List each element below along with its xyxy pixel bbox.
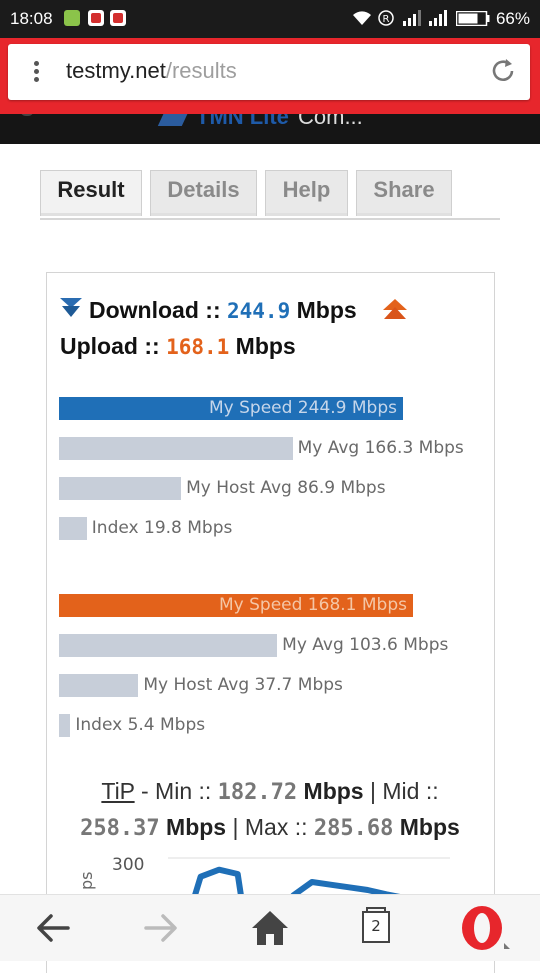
download-bar-host-avg (59, 477, 182, 500)
opera-notification-icon (110, 10, 126, 26)
upload-summary: Upload :: 168.1 Mbps (60, 333, 296, 360)
roaming-icon: R (378, 10, 394, 26)
browser-toolbar: testmy.net/results (0, 38, 540, 114)
url-text[interactable]: testmy.net/results (66, 58, 237, 84)
tab-details[interactable]: Details (150, 170, 257, 216)
tip-summary-line1: TiP - Min :: 182.72 Mbps | Mid :: (0, 778, 540, 805)
tab-share[interactable]: Share (356, 170, 452, 216)
home-icon[interactable] (240, 903, 300, 953)
upload-bar-label: My Avg 103.6 Mbps (282, 635, 449, 655)
menu-dots-icon[interactable] (34, 58, 39, 85)
signal-icon (403, 10, 421, 26)
download-bar-label: My Host Avg 86.9 Mbps (186, 478, 386, 498)
tip-unit: Mbps (303, 778, 364, 804)
result-tabs: Result Details Help Share (40, 170, 500, 220)
upload-bar-host-avg (59, 674, 139, 697)
download-bar-label: Index 19.8 Mbps (91, 518, 233, 538)
download-bar-my-avg (59, 437, 293, 460)
download-label: Download (89, 297, 199, 323)
upload-arrow-icon (383, 299, 407, 319)
back-arrow-icon[interactable] (24, 903, 84, 953)
tip-mid-label: | Mid :: (370, 778, 439, 804)
download-bar-label: My Speed 244.9 Mbps (208, 398, 397, 418)
tip-unit: Mbps (399, 814, 460, 840)
download-value: 244.9 (227, 299, 291, 323)
svg-text:R: R (383, 14, 390, 25)
wifi-icon (353, 11, 371, 25)
url-path: /results (165, 58, 237, 83)
mini-chart-ytick: 300 (112, 855, 144, 875)
upload-bar-label: Index 5.4 Mbps (75, 715, 206, 735)
site-title-partial[interactable]: TMN Lite (196, 114, 289, 130)
tip-unit: Mbps (166, 814, 227, 840)
signal-icon (429, 10, 447, 26)
battery-icon (456, 11, 490, 26)
site-subtitle-partial: Com... (298, 114, 363, 129)
tab-count: 2 (371, 917, 381, 935)
separator: :: (205, 297, 221, 323)
upload-unit: Mbps (235, 333, 296, 359)
tip-max-label: | Max :: (232, 814, 308, 840)
page-header-partial: TMN Lite Com... (0, 114, 540, 144)
status-bar: 18:08 R 66% (0, 0, 540, 38)
menu-icon[interactable] (20, 114, 34, 116)
download-summary: Download :: 244.9 Mbps (89, 297, 357, 324)
tab-result[interactable]: Result (40, 170, 142, 216)
speed-over-time-chart: ps 300 (77, 855, 450, 896)
logo-icon (157, 114, 191, 126)
status-time: 18:08 (10, 9, 53, 28)
mini-chart-ylabel: ps (77, 872, 96, 891)
opera-menu-icon[interactable] (452, 903, 512, 953)
upload-value: 168.1 (166, 335, 230, 359)
upload-bar-index (59, 714, 71, 737)
reload-icon[interactable] (488, 56, 518, 86)
url-domain: testmy.net (66, 58, 166, 83)
tip-link[interactable]: TiP (101, 778, 134, 804)
battery-percent: 66% (495, 9, 530, 28)
opera-notification-icon (88, 10, 104, 26)
android-icon (64, 10, 80, 26)
tip-min-value: 182.72 (217, 780, 298, 805)
download-arrow-icon (60, 298, 82, 317)
address-bar[interactable]: testmy.net/results (8, 44, 530, 100)
tip-summary-line2: 258.37 Mbps | Max :: 285.68 Mbps (0, 814, 540, 841)
upload-bar-label: My Speed 168.1 Mbps (218, 595, 407, 615)
tabs-icon-back (366, 907, 386, 911)
tip-min-label: - Min :: (141, 778, 212, 804)
upload-label: Upload (60, 333, 138, 359)
tip-max-value: 285.68 (313, 816, 394, 841)
tab-switcher-button[interactable]: 2 (348, 903, 408, 953)
separator: :: (144, 333, 160, 359)
download-unit: Mbps (296, 297, 357, 323)
tip-mid-value: 258.37 (80, 816, 160, 841)
browser-nav-bar: 2 (0, 894, 540, 961)
mini-chart-series (191, 866, 412, 896)
upload-bar-my-avg (59, 634, 278, 657)
forward-arrow-icon[interactable] (130, 903, 190, 953)
download-bar-label: My Avg 166.3 Mbps (297, 438, 464, 458)
upload-bar-label: My Host Avg 37.7 Mbps (143, 675, 343, 695)
tab-help[interactable]: Help (265, 170, 348, 216)
download-bar-index (59, 517, 87, 540)
